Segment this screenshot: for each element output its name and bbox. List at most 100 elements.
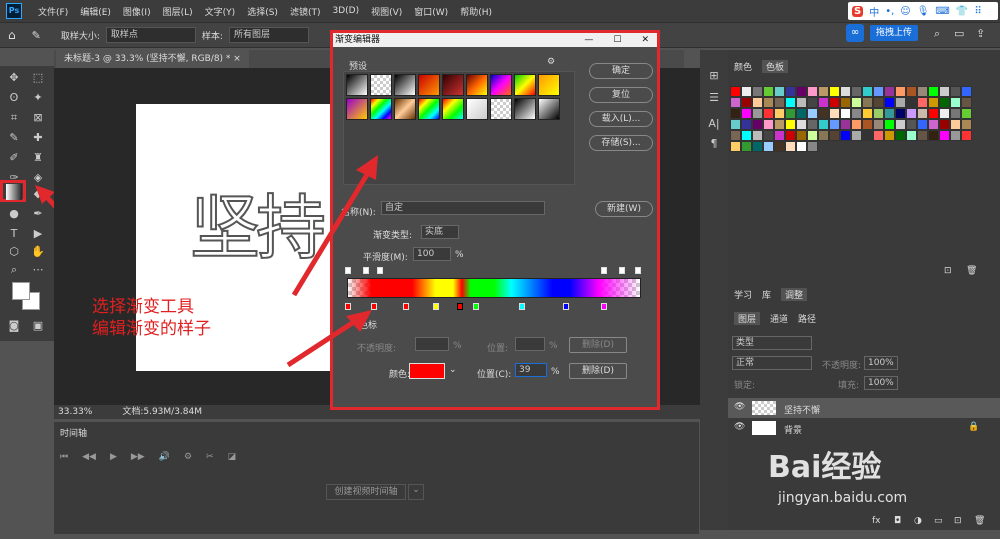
color-swatch[interactable] — [730, 141, 741, 152]
color-swatch[interactable] — [829, 86, 840, 97]
settings-icon[interactable]: ⚙ — [184, 452, 192, 462]
color-stop[interactable] — [601, 303, 607, 310]
color-swatch[interactable] — [906, 119, 917, 130]
layer-opacity-field[interactable]: 100% — [864, 356, 898, 370]
color-swatch[interactable] — [741, 119, 752, 130]
color-swatch[interactable] — [961, 108, 972, 119]
menu-type[interactable]: 文字(Y) — [199, 5, 242, 18]
color-swatch[interactable] — [796, 86, 807, 97]
color-swatch[interactable] — [939, 97, 950, 108]
gradient-preset[interactable] — [466, 98, 488, 120]
type-tool-icon[interactable]: T — [6, 226, 22, 242]
color-swatch[interactable] — [807, 108, 818, 119]
gradient-preset[interactable] — [394, 74, 416, 96]
stamp-tool-icon[interactable]: ♜ — [30, 150, 46, 166]
timeline-dropdown[interactable]: ⌄ — [408, 484, 424, 500]
color-swatch[interactable] — [840, 119, 851, 130]
load-button[interactable]: 载入(L)... — [589, 111, 653, 127]
dodge-tool-icon[interactable]: ● — [6, 206, 22, 222]
color-swatch[interactable] — [840, 130, 851, 141]
gradient-preset[interactable] — [490, 98, 512, 120]
color-stop[interactable] — [433, 303, 439, 310]
first-frame-icon[interactable]: ⏮ — [60, 452, 68, 462]
gradient-preset[interactable] — [394, 98, 416, 120]
color-swatch[interactable] — [961, 86, 972, 97]
skin-icon[interactable]: 👕 — [956, 6, 968, 17]
color-swatch[interactable] — [950, 108, 961, 119]
ok-button[interactable]: 确定 — [589, 63, 653, 79]
gradient-preset[interactable] — [370, 98, 392, 120]
color-swatch[interactable] — [928, 97, 939, 108]
color-swatch[interactable] — [884, 130, 895, 141]
color-swatch[interactable] — [752, 97, 763, 108]
color-swatch[interactable] — [741, 141, 752, 152]
color-swatch[interactable] — [796, 130, 807, 141]
reset-button[interactable]: 复位 — [589, 87, 653, 103]
close-icon[interactable]: × — [233, 54, 241, 64]
color-swatch[interactable] — [873, 130, 884, 141]
color-swatch[interactable] — [906, 108, 917, 119]
color-swatch[interactable] — [818, 108, 829, 119]
properties-panel-icon[interactable]: ☰ — [706, 90, 722, 106]
zoom-tool-icon[interactable]: ⌕ — [6, 262, 22, 278]
color-swatch[interactable] — [906, 130, 917, 141]
color-swatch[interactable] — [862, 130, 873, 141]
tab-color[interactable]: 颜色 — [734, 60, 752, 73]
color-swatch[interactable] — [917, 97, 928, 108]
color-swatch[interactable] — [928, 130, 939, 141]
color-swatch[interactable] — [774, 141, 785, 152]
menu-edit[interactable]: 编辑(E) — [74, 5, 117, 18]
gradient-preset[interactable] — [346, 74, 368, 96]
zoom-readout[interactable]: 33.33% — [58, 405, 92, 419]
next-frame-icon[interactable]: ▶▶ — [131, 452, 145, 462]
new-swatch-icon[interactable]: ⊡ — [944, 266, 952, 276]
color-swatch[interactable] — [840, 86, 851, 97]
color-swatch[interactable] — [774, 108, 785, 119]
color-swatch[interactable] — [730, 130, 741, 141]
color-swatch[interactable] — [884, 97, 895, 108]
color-swatch[interactable] — [774, 130, 785, 141]
gradient-preview-bar[interactable] — [347, 278, 641, 298]
color-swatch[interactable] — [851, 108, 862, 119]
color-swatch[interactable] — [785, 119, 796, 130]
lasso-tool-icon[interactable]: ʘ — [6, 90, 22, 106]
blend-mode-select[interactable]: 正常 — [732, 356, 812, 370]
search-icon[interactable]: ⌕ — [934, 27, 940, 41]
color-swatch[interactable] — [917, 86, 928, 97]
smoothness-field[interactable]: 100 — [413, 247, 451, 261]
color-swatch[interactable] — [752, 141, 763, 152]
gradient-preset[interactable] — [514, 74, 536, 96]
color-swatch[interactable] — [840, 108, 851, 119]
new-button[interactable]: 新建(W) — [595, 201, 653, 217]
color-swatch[interactable] — [840, 97, 851, 108]
color-swatch[interactable] — [917, 108, 928, 119]
stop-color-swatch[interactable] — [409, 363, 445, 379]
color-swatch[interactable] — [763, 130, 774, 141]
color-swatch[interactable] — [763, 86, 774, 97]
gradient-preset[interactable] — [370, 74, 392, 96]
minimize-icon[interactable]: — — [584, 33, 593, 47]
gradient-type-select[interactable]: 实底 — [421, 225, 459, 239]
color-swatch[interactable] — [873, 119, 884, 130]
magic-wand-tool-icon[interactable]: ✦ — [30, 90, 46, 106]
fill-field[interactable]: 100% — [864, 376, 898, 390]
color-swatch[interactable] — [939, 119, 950, 130]
color-swatch[interactable] — [928, 86, 939, 97]
eyedropper-icon[interactable]: ✎ — [32, 29, 41, 42]
menu-window[interactable]: 窗口(W) — [408, 5, 454, 18]
color-swatch[interactable] — [884, 86, 895, 97]
photoshop-logo-icon[interactable]: Ps — [6, 3, 22, 19]
color-swatch[interactable] — [807, 130, 818, 141]
layer-row[interactable]: 👁 背景 🔒 — [728, 418, 1000, 438]
fx-icon[interactable]: fx — [872, 516, 881, 526]
gradient-preset[interactable] — [442, 74, 464, 96]
menu-help[interactable]: 帮助(H) — [454, 5, 498, 18]
gradient-tool-icon[interactable] — [6, 184, 22, 200]
gradient-preset[interactable] — [490, 74, 512, 96]
tab-adjust[interactable]: 调整 — [781, 288, 808, 301]
color-swatch[interactable] — [796, 108, 807, 119]
shape-tool-icon[interactable]: ⬡ — [6, 244, 22, 260]
keyboard-icon[interactable]: ⌨ — [935, 6, 949, 17]
color-swatch[interactable] — [752, 86, 763, 97]
color-swatch[interactable] — [763, 108, 774, 119]
